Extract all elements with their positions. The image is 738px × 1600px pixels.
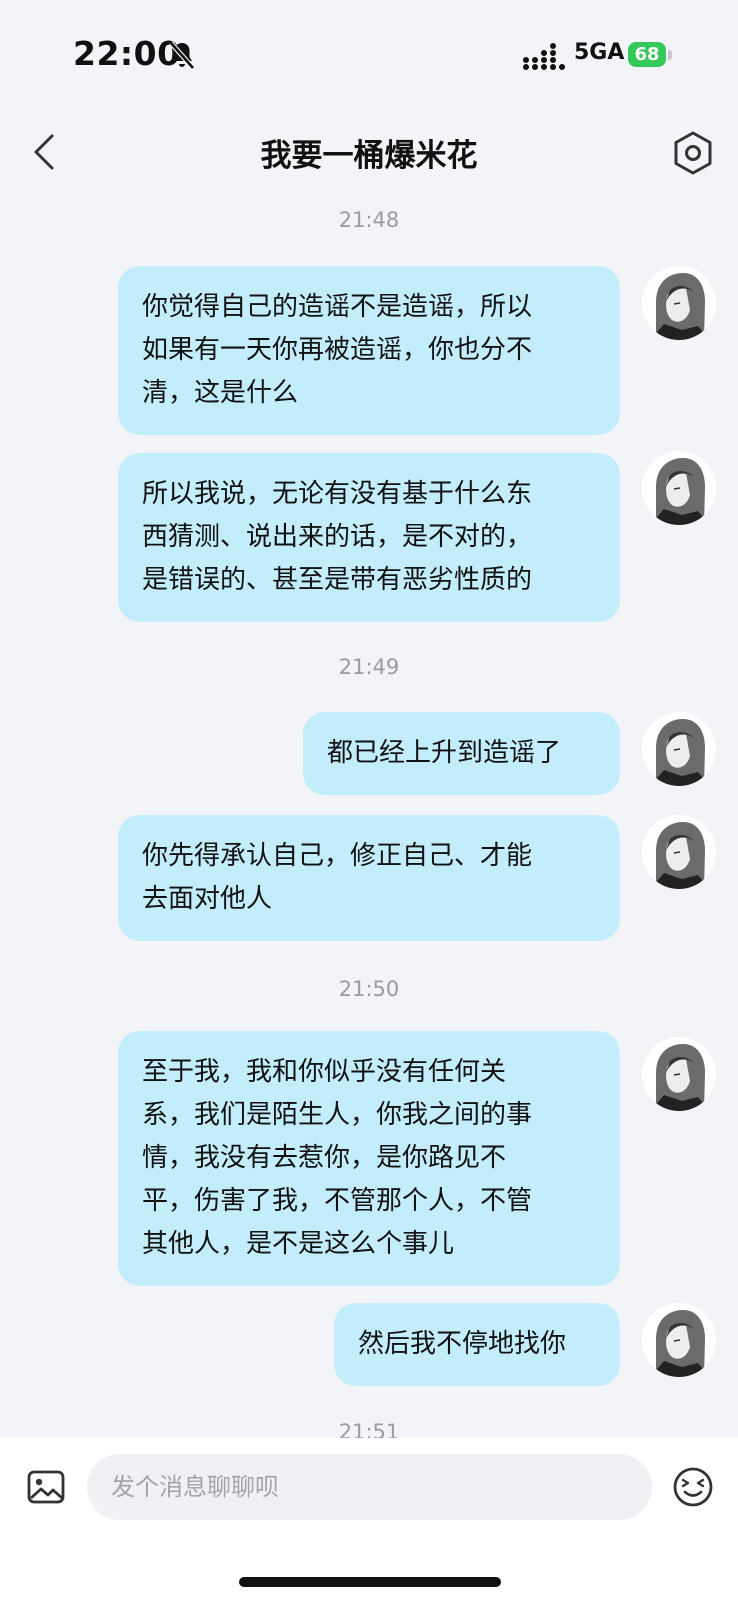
avatar-image	[642, 712, 716, 786]
message-line: 系，我们是陌生人，你我之间的事	[142, 1100, 533, 1130]
message-bubble[interactable]: 至于我，我和你似乎没有任何关 系，我们是陌生人，你我之间的事 情，我没有去惹你，…	[118, 1031, 620, 1286]
bell-muted-icon	[169, 41, 195, 70]
battery-level: 68	[634, 44, 660, 65]
message-line: 平，伤害了我，不管那个人，不管	[142, 1186, 533, 1216]
message-bubble[interactable]: 你觉得自己的造谣不是造谣，所以 如果有一天你再被造谣，你也分不 清，这是什么	[118, 266, 620, 435]
message-bubble[interactable]: 所以我说，无论有没有基于什么东 西猜测、说出来的话，是不对的， 是错误的、甚至是…	[118, 453, 620, 622]
avatar[interactable]	[642, 451, 716, 525]
image-icon[interactable]	[26, 1468, 66, 1506]
message-bubble[interactable]: 都已经上升到造谣了	[303, 712, 620, 795]
message-line: 所以我说，无论有没有基于什么东	[142, 479, 533, 509]
avatar-image	[642, 451, 716, 525]
message-line: 清，这是什么	[142, 378, 299, 408]
avatar[interactable]	[642, 266, 716, 340]
avatar[interactable]	[642, 815, 716, 889]
chat-title: 我要一桶爆米花	[260, 138, 478, 174]
avatar-image	[642, 1037, 716, 1111]
emoji-face-icon[interactable]	[672, 1466, 714, 1508]
avatar[interactable]	[642, 1037, 716, 1111]
message-line: 都已经上升到造谣了	[327, 738, 562, 768]
avatar[interactable]	[642, 712, 716, 786]
message-input-bar	[0, 1438, 738, 1600]
home-indicator	[239, 1577, 501, 1587]
chat-header: 我要一桶爆米花	[0, 110, 738, 200]
message-line: 至于我，我和你似乎没有任何关	[142, 1057, 507, 1087]
avatar-image	[642, 1303, 716, 1377]
timestamp: 21:48	[338, 208, 400, 232]
message-line: 然后我不停地找你	[358, 1329, 567, 1359]
message-line: 其他人，是不是这么个事儿	[142, 1229, 455, 1259]
message-line: 去面对他人	[142, 884, 273, 914]
message-line: 如果有一天你再被造谣，你也分不	[142, 335, 533, 365]
timestamp: 21:50	[338, 977, 400, 1001]
status-bar: 22:00 5GA 68	[0, 0, 738, 110]
network-type: 5GA	[574, 40, 625, 65]
message-line: 西猜测、说出来的话，是不对的，	[142, 522, 533, 552]
message-line: 你觉得自己的造谣不是造谣，所以	[142, 292, 533, 322]
avatar-image	[642, 266, 716, 340]
status-time: 22:00	[73, 34, 181, 73]
message-line: 是错误的、甚至是带有恶劣性质的	[142, 565, 533, 595]
settings-gear-icon[interactable]	[672, 130, 714, 176]
message-input[interactable]	[87, 1454, 652, 1520]
message-bubble[interactable]: 你先得承认自己，修正自己、才能 去面对他人	[118, 815, 620, 941]
avatar-image	[642, 815, 716, 889]
message-line: 情，我没有去惹你，是你路见不	[142, 1143, 507, 1173]
battery-indicator: 68	[628, 40, 676, 70]
avatar[interactable]	[642, 1303, 716, 1377]
message-line: 你先得承认自己，修正自己、才能	[142, 841, 533, 871]
message-bubble[interactable]: 然后我不停地找你	[334, 1303, 620, 1386]
signal-icon	[523, 43, 565, 70]
timestamp: 21:49	[338, 655, 400, 679]
